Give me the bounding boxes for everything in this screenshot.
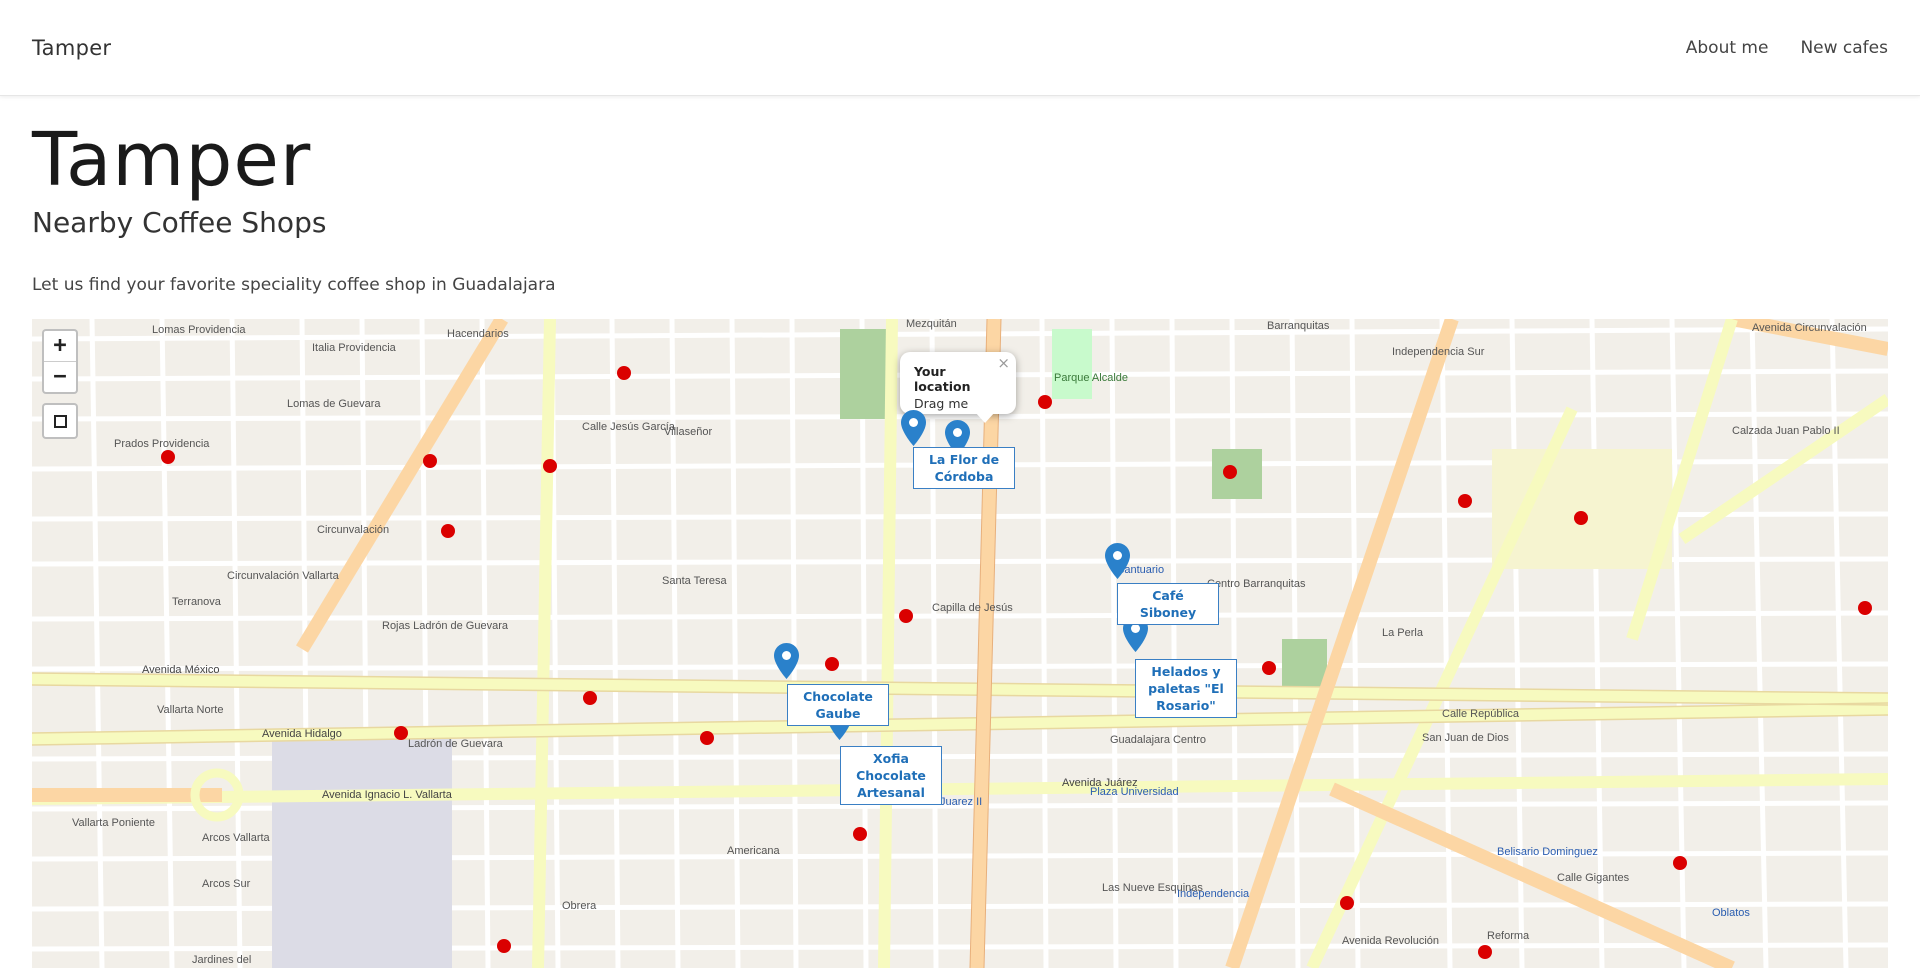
map-label: Avenida Revolución (1342, 935, 1439, 947)
map-marker-icon[interactable] (774, 643, 799, 679)
map-label: Mezquitán (906, 319, 957, 330)
map-label: Terranova (172, 596, 222, 608)
shop-label-la-flor-de-cordoba[interactable]: La Flor de Córdoba (913, 447, 1015, 489)
park-block (1212, 449, 1262, 499)
map-label: Avenida Juárez (1062, 777, 1138, 789)
nav-link-about-me[interactable]: About me (1686, 38, 1769, 58)
hero: Tamper Nearby Coffee Shops Let us find y… (0, 96, 1920, 295)
map-label: Circunvalación (317, 524, 389, 536)
zoom-control: + − (42, 329, 78, 394)
zoom-out-button[interactable]: − (44, 361, 76, 392)
map-label: Independencia (1177, 888, 1250, 900)
map[interactable]: Lomas Providencia Hacendarios Italia Pro… (32, 319, 1888, 968)
navbar: Tamper About me New cafes (0, 0, 1920, 96)
page-description: Let us find your favorite speciality cof… (32, 274, 556, 295)
nav-link-new-cafes[interactable]: New cafes (1800, 38, 1888, 58)
map-label: Vallarta Norte (157, 704, 223, 716)
map-label: Guadalajara Centro (1110, 734, 1206, 746)
location-popup: Your location Drag me × (900, 352, 1016, 414)
zoom-in-button[interactable]: + (44, 331, 76, 361)
map-label: Santa Teresa (662, 575, 728, 587)
map-label: Vallarta Poniente (72, 817, 155, 829)
map-label: Centro Barranquitas (1207, 578, 1306, 590)
shop-label-xofia-chocolate-artesanal[interactable]: Xofia Chocolate Artesanal (840, 746, 942, 805)
map-label: Avenida Ignacio L. Vallarta (322, 789, 453, 801)
map-label: Avenida México (142, 664, 219, 676)
park-alcalde (1052, 329, 1092, 399)
map-label: Calle Jesús García (582, 421, 676, 433)
popup-close-button[interactable]: × (997, 354, 1010, 372)
map-label: Calle República (1442, 708, 1520, 720)
shop-label-chocolate-gaube[interactable]: Chocolate Gaube (787, 684, 889, 726)
map-label: Lomas Providencia (152, 324, 246, 336)
popup-subtitle: Drag me (914, 396, 969, 411)
map-label: Arcos Sur (202, 878, 251, 890)
map-label: Reforma (1487, 930, 1530, 942)
fullscreen-icon (53, 414, 67, 428)
map-label: Rojas Ladrón de Guevara (382, 620, 509, 632)
map-label: Independencia Sur (1392, 346, 1485, 358)
map-label: Italia Providencia (312, 342, 397, 354)
map-label: Avenida Circunvalación (1752, 322, 1867, 334)
shop-label-cafe-siboney[interactable]: Café Siboney (1117, 583, 1219, 625)
popup-tip (975, 412, 995, 423)
map-label: Capilla de Jesús (932, 602, 1013, 614)
shop-label-helados-el-rosario[interactable]: Helados y paletas "El Rosario" (1135, 659, 1237, 718)
park-block (1282, 639, 1327, 689)
map-label: Prados Providencia (114, 438, 210, 450)
map-label: Hacendarios (447, 328, 509, 340)
map-label: La Perla (1382, 627, 1424, 639)
map-marker-icon[interactable] (901, 410, 926, 446)
map-tiles[interactable]: Lomas Providencia Hacendarios Italia Pro… (32, 319, 1888, 968)
map-label: Ladrón de Guevara (408, 738, 504, 750)
map-label: Calzada Juan Pablo II (1732, 425, 1840, 437)
popup-title: Your location (914, 364, 971, 394)
map-label: Jardines del (192, 954, 251, 966)
map-label: Parque Alcalde (1054, 372, 1128, 384)
park-block (840, 329, 888, 419)
page-subtitle: Nearby Coffee Shops (32, 205, 327, 239)
page-title: Tamper (32, 117, 312, 203)
map-label: Lomas de Guevara (287, 398, 381, 410)
map-label: Barranquitas (1267, 320, 1330, 332)
map-label: Juarez II (940, 796, 982, 808)
nav-links: About me New cafes (1686, 38, 1888, 58)
map-label: Belisario Dominguez (1497, 846, 1598, 858)
map-label: Circunvalación Vallarta (227, 570, 340, 582)
map-marker-icon[interactable] (1105, 543, 1130, 579)
map-label: Calle Gigantes (1557, 872, 1630, 884)
map-label: Avenida Hidalgo (262, 728, 342, 740)
brand-logo[interactable]: Tamper (32, 36, 111, 60)
map-label: Oblatos (1712, 907, 1750, 919)
map-label: Americana (727, 845, 780, 857)
map-label: Obrera (562, 900, 597, 912)
map-label: San Juan de Dios (1422, 732, 1509, 744)
fullscreen-button[interactable] (42, 403, 78, 439)
industrial-block (272, 739, 452, 968)
map-label: Arcos Vallarta (202, 832, 271, 844)
